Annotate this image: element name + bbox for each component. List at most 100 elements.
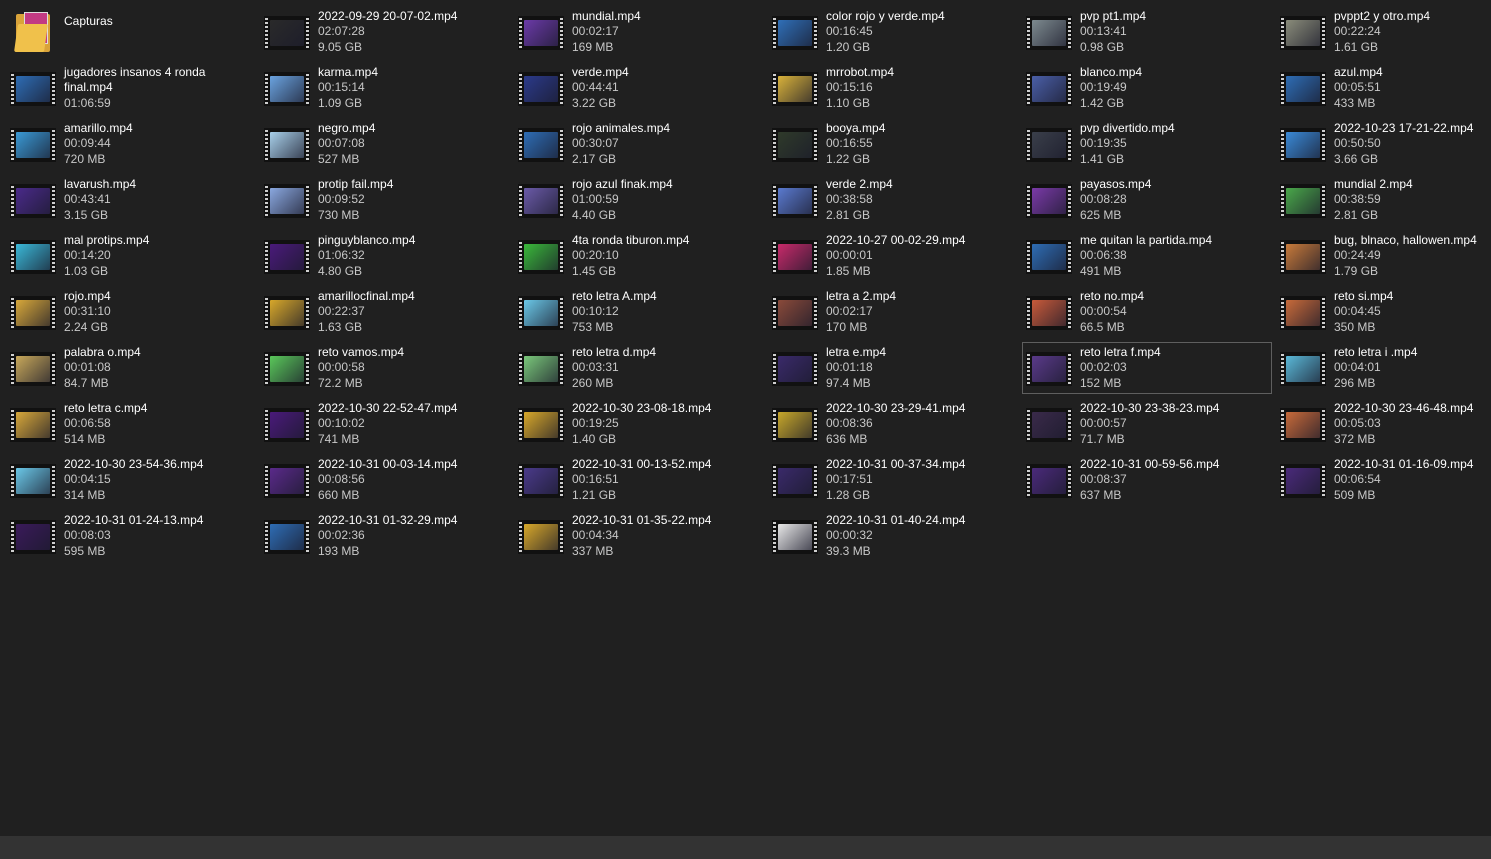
file-item[interactable]: 2022-10-30 23-08-18.mp4 00:19:25 1.40 GB: [514, 398, 764, 450]
file-item[interactable]: payasos.mp4 00:08:28 625 MB: [1022, 174, 1272, 226]
file-item[interactable]: reto letra i .mp4 00:04:01 296 MB: [1276, 342, 1491, 394]
file-name: pinguyblanco.mp4: [318, 232, 416, 247]
video-thumbnail-icon: [1280, 184, 1326, 218]
file-item[interactable]: 4ta ronda tiburon.mp4 00:20:10 1.45 GB: [514, 230, 764, 282]
file-item[interactable]: 2022-10-30 23-38-23.mp4 00:00:57 71.7 MB: [1022, 398, 1272, 450]
file-item[interactable]: reto vamos.mp4 00:00:58 72.2 MB: [260, 342, 510, 394]
file-duration: 00:00:54: [1080, 304, 1127, 319]
file-item[interactable]: 2022-10-31 00-59-56.mp4 00:08:37 637 MB: [1022, 454, 1272, 506]
file-item[interactable]: 2022-10-31 00-13-52.mp4 00:16:51 1.21 GB: [514, 454, 764, 506]
video-thumbnail-icon: [264, 520, 310, 554]
file-duration: 01:00:59: [572, 192, 619, 207]
file-item[interactable]: 2022-10-30 22-52-47.mp4 00:10:02 741 MB: [260, 398, 510, 450]
file-item[interactable]: 2022-10-31 01-16-09.mp4 00:06:54 509 MB: [1276, 454, 1491, 506]
video-thumbnail-icon: [772, 520, 818, 554]
file-item[interactable]: jugadores insanos 4 ronda final.mp4 01:06…: [6, 62, 256, 114]
file-size: 0.98 GB: [1080, 39, 1125, 54]
file-item[interactable]: 2022-10-31 00-37-34.mp4 00:17:51 1.28 GB: [768, 454, 1018, 506]
file-duration: 02:07:28: [318, 24, 365, 39]
video-thumbnail-icon: [1280, 296, 1326, 330]
file-name: palabra o.mp4: [64, 344, 141, 359]
file-item[interactable]: letra e.mp4 00:01:18 97.4 MB: [768, 342, 1018, 394]
file-item[interactable]: verde.mp4 00:44:41 3.22 GB: [514, 62, 764, 114]
file-item[interactable]: 2022-10-31 01-35-22.mp4 00:04:34 337 MB: [514, 510, 764, 562]
file-item[interactable]: lavarush.mp4 00:43:41 3.15 GB: [6, 174, 256, 226]
file-item[interactable]: reto letra f.mp4 00:02:03 152 MB: [1022, 342, 1272, 394]
file-item[interactable]: protip fail.mp4 00:09:52 730 MB: [260, 174, 510, 226]
file-item[interactable]: me quitan la partida.mp4 00:06:38 491 MB: [1022, 230, 1272, 282]
file-size: 1.21 GB: [572, 487, 617, 502]
file-size: 2.24 GB: [64, 319, 109, 334]
file-item[interactable]: blanco.mp4 00:19:49 1.42 GB: [1022, 62, 1272, 114]
video-thumbnail-icon: [1026, 240, 1072, 274]
file-item[interactable]: 2022-10-27 00-02-29.mp4 00:00:01 1.85 MB: [768, 230, 1018, 282]
file-duration: 00:01:18: [826, 360, 873, 375]
file-duration: 00:06:58: [64, 416, 111, 431]
video-thumbnail-icon: [1280, 240, 1326, 274]
file-item[interactable]: azul.mp4 00:05:51 433 MB: [1276, 62, 1491, 114]
video-thumbnail-icon: [10, 464, 56, 498]
file-name: rojo azul finak.mp4: [572, 176, 673, 191]
file-name: 2022-10-30 23-08-18.mp4: [572, 400, 712, 415]
file-item[interactable]: reto no.mp4 00:00:54 66.5 MB: [1022, 286, 1272, 338]
file-item[interactable]: reto si.mp4 00:04:45 350 MB: [1276, 286, 1491, 338]
file-item[interactable]: 2022-10-23 17-21-22.mp4 00:50:50 3.66 GB: [1276, 118, 1491, 170]
file-item[interactable]: reto letra d.mp4 00:03:31 260 MB: [514, 342, 764, 394]
file-item[interactable]: pvp pt1.mp4 00:13:41 0.98 GB: [1022, 6, 1272, 58]
file-name: 2022-10-31 01-32-29.mp4: [318, 512, 458, 527]
file-item[interactable]: 2022-10-30 23-29-41.mp4 00:08:36 636 MB: [768, 398, 1018, 450]
file-duration: 00:19:49: [1080, 80, 1127, 95]
file-item[interactable]: 2022-10-31 01-40-24.mp4 00:00:32 39.3 MB: [768, 510, 1018, 562]
file-item[interactable]: palabra o.mp4 00:01:08 84.7 MB: [6, 342, 256, 394]
file-item[interactable]: color rojo y verde.mp4 00:16:45 1.20 GB: [768, 6, 1018, 58]
file-item[interactable]: 2022-10-30 23-54-36.mp4 00:04:15 314 MB: [6, 454, 256, 506]
file-item[interactable]: mundial.mp4 00:02:17 169 MB: [514, 6, 764, 58]
file-name: azul.mp4: [1334, 64, 1383, 79]
video-thumbnail-icon: [772, 464, 818, 498]
file-size: 296 MB: [1334, 375, 1376, 390]
file-item[interactable]: letra a 2.mp4 00:02:17 170 MB: [768, 286, 1018, 338]
file-item[interactable]: reto letra c.mp4 00:06:58 514 MB: [6, 398, 256, 450]
file-item[interactable]: 2022-10-31 00-03-14.mp4 00:08:56 660 MB: [260, 454, 510, 506]
file-size: 1.45 GB: [572, 263, 617, 278]
file-size: 1.63 GB: [318, 319, 363, 334]
file-duration: 00:00:57: [1080, 416, 1127, 431]
file-item[interactable]: mrrobot.mp4 00:15:16 1.10 GB: [768, 62, 1018, 114]
video-thumbnail-icon: [264, 184, 310, 218]
file-item[interactable]: 2022-10-30 23-46-48.mp4 00:05:03 372 MB: [1276, 398, 1491, 450]
file-size: 1.79 GB: [1334, 263, 1379, 278]
file-name: 2022-10-30 23-38-23.mp4: [1080, 400, 1220, 415]
file-item[interactable]: karma.mp4 00:15:14 1.09 GB: [260, 62, 510, 114]
file-item[interactable]: pvp divertido.mp4 00:19:35 1.41 GB: [1022, 118, 1272, 170]
file-item[interactable]: reto letra A.mp4 00:10:12 753 MB: [514, 286, 764, 338]
file-item[interactable]: amarillocfinal.mp4 00:22:37 1.63 GB: [260, 286, 510, 338]
video-thumbnail-icon: [1026, 16, 1072, 50]
video-thumbnail-icon: [10, 128, 56, 162]
file-item[interactable]: 2022-10-31 01-32-29.mp4 00:02:36 193 MB: [260, 510, 510, 562]
video-thumbnail-icon: [518, 72, 564, 106]
file-item[interactable]: verde 2.mp4 00:38:58 2.81 GB: [768, 174, 1018, 226]
file-item[interactable]: pvppt2 y otro.mp4 00:22:24 1.61 GB: [1276, 6, 1491, 58]
file-item[interactable]: 2022-09-29 20-07-02.mp4 02:07:28 9.05 GB: [260, 6, 510, 58]
file-name: 2022-10-31 00-13-52.mp4: [572, 456, 712, 471]
file-item[interactable]: mundial 2.mp4 00:38:59 2.81 GB: [1276, 174, 1491, 226]
file-item[interactable]: rojo azul finak.mp4 01:00:59 4.40 GB: [514, 174, 764, 226]
video-thumbnail-icon: [1280, 72, 1326, 106]
file-name: verde.mp4: [572, 64, 629, 79]
video-thumbnail-icon: [518, 464, 564, 498]
file-item[interactable]: rojo.mp4 00:31:10 2.24 GB: [6, 286, 256, 338]
file-item[interactable]: mal protips.mp4 00:14:20 1.03 GB: [6, 230, 256, 282]
video-thumbnail-icon: [772, 128, 818, 162]
file-item[interactable]: rojo animales.mp4 00:30:07 2.17 GB: [514, 118, 764, 170]
file-item[interactable]: booya.mp4 00:16:55 1.22 GB: [768, 118, 1018, 170]
file-size: 3.66 GB: [1334, 151, 1379, 166]
folder-item-capturas[interactable]: Capturas: [6, 6, 256, 58]
file-duration: 00:02:03: [1080, 360, 1127, 375]
file-item[interactable]: pinguyblanco.mp4 01:06:32 4.80 GB: [260, 230, 510, 282]
file-item[interactable]: 2022-10-31 01-24-13.mp4 00:08:03 595 MB: [6, 510, 256, 562]
file-item[interactable]: bug, blnaco, hallowen.mp4 00:24:49 1.79 GB: [1276, 230, 1491, 282]
file-name: reto letra f.mp4: [1080, 344, 1161, 359]
video-thumbnail-icon: [518, 184, 564, 218]
file-item[interactable]: negro.mp4 00:07:08 527 MB: [260, 118, 510, 170]
file-item[interactable]: amarillo.mp4 00:09:44 720 MB: [6, 118, 256, 170]
